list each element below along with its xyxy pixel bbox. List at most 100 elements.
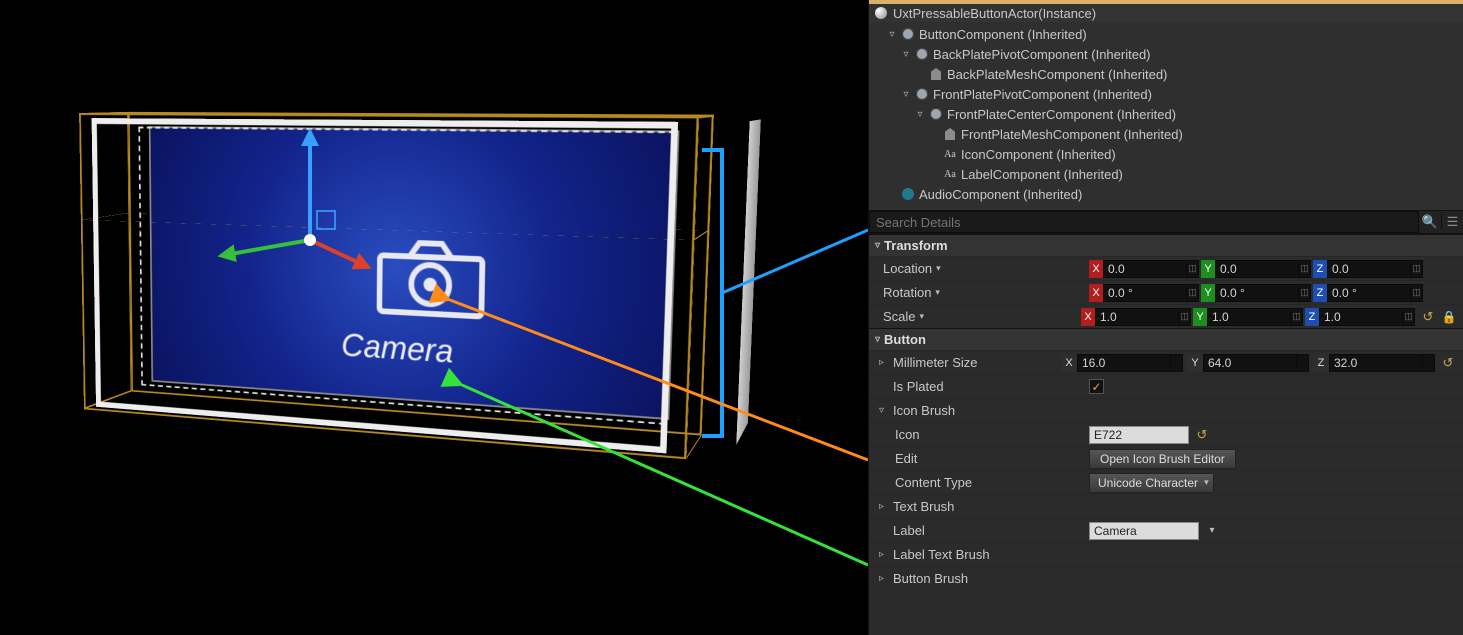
is-plated-checkbox[interactable]: [1089, 379, 1104, 394]
icon-input[interactable]: [1089, 426, 1189, 444]
label-text-brush-label: Label Text Brush: [893, 547, 990, 562]
reset-icon-icon[interactable]: ↺: [1193, 426, 1211, 444]
tree-node[interactable]: ▿ FrontPlatePivotComponent (Inherited): [897, 84, 1463, 104]
category-transform-label: Transform: [884, 238, 948, 253]
content-type-value: Unicode Character: [1098, 476, 1198, 490]
dropdown-icon[interactable]: ▾: [936, 263, 941, 274]
search-row: 🔍 ☰: [869, 210, 1463, 234]
tree-node-label: IconComponent (Inherited): [961, 147, 1116, 162]
scene-component-icon: [916, 48, 928, 60]
tree-node-label: LabelComponent (Inherited): [961, 167, 1123, 182]
tree-node[interactable]: FrontPlateMeshComponent (Inherited): [925, 124, 1463, 144]
tree-node-label: FrontPlatePivotComponent (Inherited): [933, 87, 1152, 102]
actor-name: UxtPressableButtonActor(Instance): [893, 6, 1096, 21]
front-plate-side: [736, 119, 761, 445]
row-icon-brush: ▿ Icon Brush: [869, 398, 1463, 422]
tree-node-label: FrontPlateCenterComponent (Inherited): [947, 107, 1176, 122]
actor-bounds-box: Camera: [104, 112, 706, 447]
scale-label: Scale: [883, 309, 916, 324]
location-y-input[interactable]: [1215, 260, 1299, 278]
gizmo-origin[interactable]: [304, 234, 316, 246]
mm-y-input[interactable]: [1203, 354, 1297, 372]
scene-component-icon: [902, 28, 914, 40]
rotation-vector: X◫ Y◫ Z◫: [1089, 284, 1423, 302]
open-icon-brush-editor-button[interactable]: Open Icon Brush Editor: [1089, 449, 1236, 469]
location-x-input[interactable]: [1103, 260, 1187, 278]
scale-x-input[interactable]: [1095, 308, 1179, 326]
location-label: Location: [883, 261, 932, 276]
tree-node[interactable]: Aa LabelComponent (Inherited): [925, 164, 1463, 184]
search-icon[interactable]: 🔍: [1419, 214, 1441, 230]
lock-scale-icon[interactable]: 🔒: [1441, 309, 1457, 325]
chevron-down-icon: ▾: [1204, 477, 1209, 488]
actor-header-row[interactable]: UxtPressableButtonActor(Instance): [869, 4, 1463, 22]
scene-root: Camera: [72, 115, 732, 485]
viewport-3d[interactable]: Camera: [0, 0, 868, 635]
tree-node[interactable]: ▿ButtonComponent (Inherited): [883, 24, 1463, 44]
row-millimeter-size: ▹Millimeter Size X Y Z ↺: [869, 350, 1463, 374]
mm-x-input[interactable]: [1077, 354, 1171, 372]
dropdown-icon[interactable]: ▾: [935, 287, 940, 298]
gizmo-xy-plane[interactable]: [316, 210, 336, 230]
front-plate-frame: [92, 118, 679, 454]
scale-vector: X◫ Y◫ Z◫: [1081, 308, 1415, 326]
row-icon: Icon ↺: [869, 422, 1463, 446]
button-props: ▹Millimeter Size X Y Z ↺ Is Plated ▿Icon…: [869, 350, 1463, 590]
icon-label: Icon: [895, 427, 920, 442]
tree-node-label: BackPlateMeshComponent (Inherited): [947, 67, 1167, 82]
is-plated-label: Is Plated: [893, 379, 944, 394]
text-component-icon: Aa: [944, 149, 956, 160]
reset-mm-icon[interactable]: ↺: [1439, 354, 1457, 372]
tree-node[interactable]: BackPlateMeshComponent (Inherited): [911, 64, 1463, 84]
chevron-down-icon[interactable]: ▿: [879, 405, 889, 416]
chevron-right-icon[interactable]: ▹: [879, 549, 889, 560]
tree-node[interactable]: Aa IconComponent (Inherited): [925, 144, 1463, 164]
button-brush-label: Button Brush: [893, 571, 968, 586]
rotation-label: Rotation: [883, 285, 931, 300]
row-label-text-brush: ▹ Label Text Brush: [869, 542, 1463, 566]
icon-brush-label: Icon Brush: [893, 403, 955, 418]
rotation-y-input[interactable]: [1215, 284, 1299, 302]
component-tree[interactable]: ▿ButtonComponent (Inherited)▿BackPlatePi…: [869, 22, 1463, 210]
view-options-icon[interactable]: ☰: [1441, 214, 1463, 230]
dropdown-icon[interactable]: ▾: [920, 311, 925, 322]
tree-node[interactable]: AudioComponent (Inherited): [883, 184, 1463, 204]
expand-icon[interactable]: ▿: [901, 49, 911, 60]
tree-node[interactable]: ▿ FrontPlateCenterComponent (Inherited): [911, 104, 1463, 124]
tree-node-label: AudioComponent (Inherited): [919, 187, 1082, 202]
mesh-component-icon: [945, 128, 955, 140]
search-input[interactable]: [869, 211, 1419, 233]
expand-icon[interactable]: ▿: [901, 89, 911, 100]
category-button[interactable]: ▿ Button: [869, 328, 1463, 350]
scale-z-input[interactable]: [1319, 308, 1403, 326]
rotation-z-input[interactable]: [1327, 284, 1411, 302]
text-component-icon: Aa: [944, 169, 956, 180]
chevron-right-icon[interactable]: ▹: [879, 573, 889, 584]
text-brush-label: Text Brush: [893, 499, 954, 514]
rotation-x-input[interactable]: [1103, 284, 1187, 302]
content-type-combo[interactable]: Unicode Character ▾: [1089, 473, 1214, 493]
audio-component-icon: [902, 188, 914, 200]
content-type-label: Content Type: [895, 475, 972, 490]
location-vector: X◫ Y◫ Z◫: [1089, 260, 1423, 278]
details-panel: UxtPressableButtonActor(Instance) ▿Butto…: [868, 0, 1463, 635]
chevron-right-icon[interactable]: ▹: [879, 357, 889, 368]
chevron-right-icon[interactable]: ▹: [879, 501, 889, 512]
row-location: Location ▾ X◫ Y◫ Z◫: [869, 256, 1463, 280]
row-edit: Edit Open Icon Brush Editor: [869, 446, 1463, 470]
reset-scale-icon[interactable]: ↺: [1419, 308, 1437, 326]
scale-y-input[interactable]: [1207, 308, 1291, 326]
millimeter-size-label: Millimeter Size: [893, 355, 978, 370]
mm-z-input[interactable]: [1329, 354, 1423, 372]
scene-component-icon: [930, 108, 942, 120]
row-rotation: Rotation ▾ X◫ Y◫ Z◫: [869, 280, 1463, 304]
row-button-brush: ▹ Button Brush: [869, 566, 1463, 590]
tree-node[interactable]: ▿BackPlatePivotComponent (Inherited): [897, 44, 1463, 64]
category-transform[interactable]: ▿ Transform: [869, 234, 1463, 256]
label-input[interactable]: [1089, 522, 1199, 540]
expand-icon[interactable]: ▿: [915, 109, 925, 120]
chevron-down-icon: ▿: [875, 240, 880, 251]
label-dropdown-icon[interactable]: ▾: [1203, 525, 1221, 536]
expand-icon[interactable]: ▿: [887, 29, 897, 40]
location-z-input[interactable]: [1327, 260, 1411, 278]
